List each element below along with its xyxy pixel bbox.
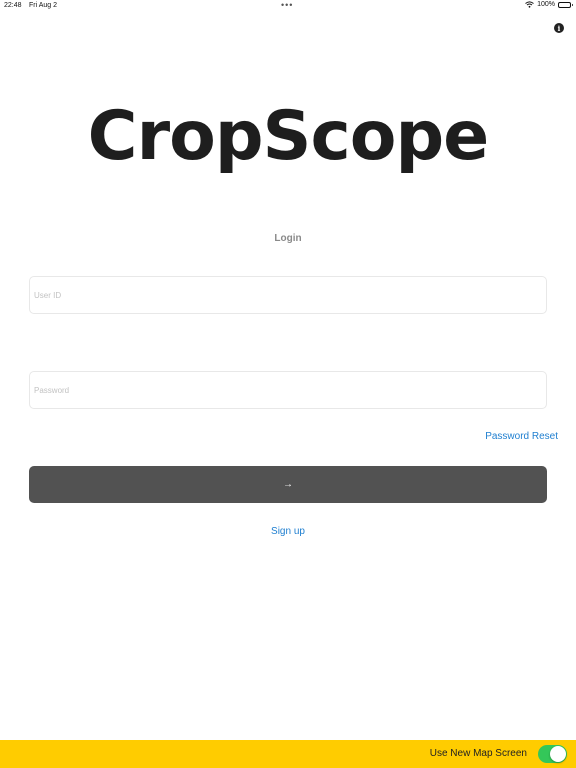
status-time: 22:48: [4, 2, 22, 9]
map-screen-toggle-label: Use New Map Screen: [429, 748, 527, 759]
toggle-knob: [550, 746, 566, 762]
password-input[interactable]: [29, 371, 547, 409]
app-logo: CropScope: [87, 97, 490, 176]
info-glyph: i: [557, 23, 561, 33]
multitasking-dots[interactable]: •••: [281, 0, 293, 10]
bottom-bar: Use New Map Screen: [0, 740, 576, 768]
status-indicators: 100%: [525, 1, 573, 8]
status-bar: 22:48 Fri Aug 2 ••• 100%: [0, 0, 576, 14]
status-date: Fri Aug 2: [29, 2, 58, 9]
userid-input[interactable]: [29, 276, 547, 314]
battery-percent: 100%: [537, 1, 555, 8]
battery-icon: [558, 1, 573, 8]
arrow-right-icon: →: [283, 479, 293, 490]
password-reset-link[interactable]: Password Reset: [485, 431, 558, 442]
wifi-icon: [525, 1, 534, 8]
map-screen-toggle[interactable]: [538, 745, 567, 763]
signup-link[interactable]: Sign up: [0, 526, 576, 537]
login-title: Login: [274, 233, 302, 244]
info-icon[interactable]: i: [554, 23, 564, 33]
login-submit-button[interactable]: →: [29, 466, 547, 503]
